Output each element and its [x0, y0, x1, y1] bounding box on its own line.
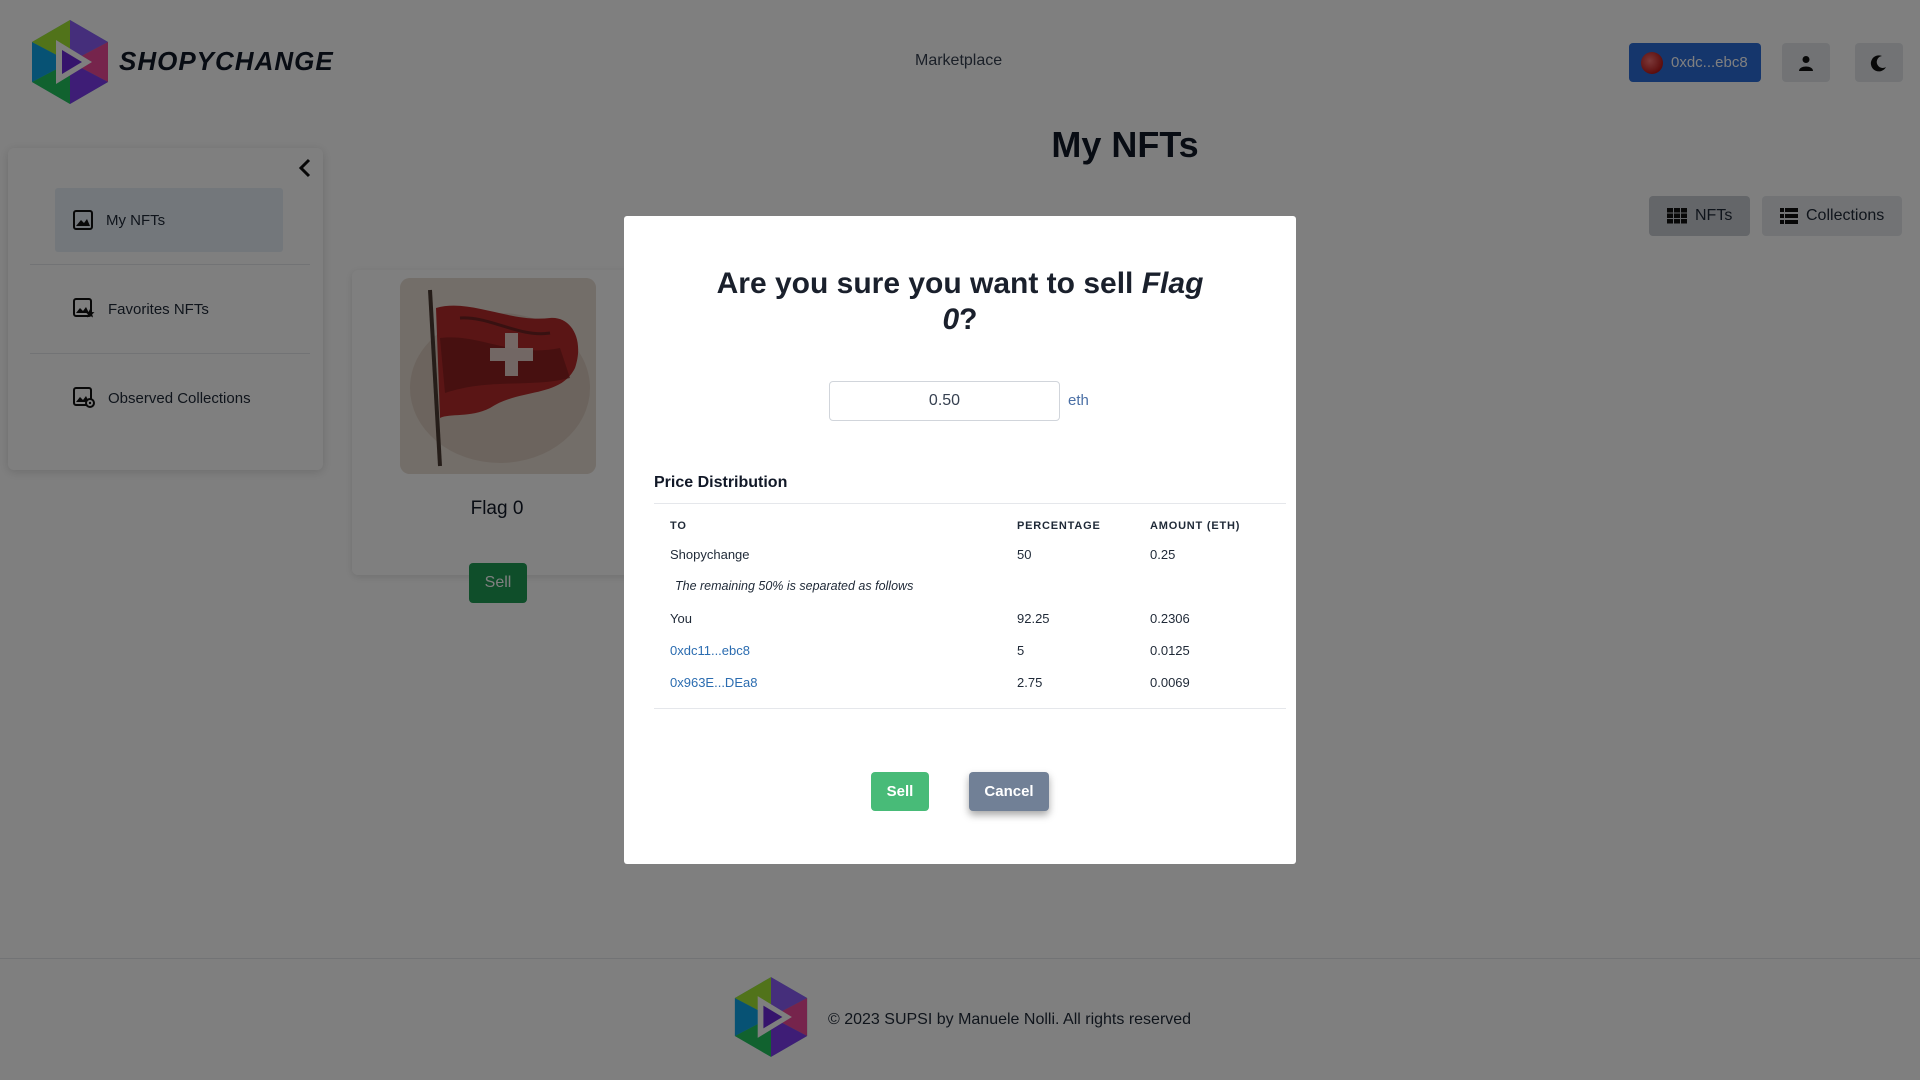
- confirm-sell-button[interactable]: Sell: [871, 772, 929, 811]
- row-percentage: 92.25: [1017, 611, 1050, 626]
- row-percentage: 2.75: [1017, 675, 1043, 690]
- price-input[interactable]: [829, 381, 1060, 421]
- row-percentage: 5: [1017, 643, 1025, 658]
- column-header-to: TO: [670, 520, 687, 532]
- row-amount: 0.25: [1150, 547, 1176, 562]
- distribution-note: The remaining 50% is separated as follow…: [675, 579, 914, 593]
- column-header-amount: AMOUNT (ETH): [1150, 520, 1241, 532]
- modal-title-prefix: Are you sure you want to sell: [716, 267, 1142, 300]
- row-recipient: Shopychange: [670, 547, 750, 562]
- column-header-percentage: PERCENTAGE: [1017, 520, 1101, 532]
- row-amount: 0.0069: [1150, 675, 1190, 690]
- row-amount: 0.0125: [1150, 643, 1190, 658]
- row-recipient-link[interactable]: 0x963E...DEa8: [670, 675, 757, 690]
- price-distribution-title: Price Distribution: [654, 474, 788, 491]
- price-unit: eth: [1068, 392, 1089, 409]
- modal-title: Are you sure you want to sell Flag 0?: [704, 266, 1216, 338]
- row-amount: 0.2306: [1150, 611, 1190, 626]
- row-recipient-link[interactable]: 0xdc11...ebc8: [670, 643, 750, 658]
- table-divider: [654, 708, 1286, 709]
- row-percentage: 50: [1017, 547, 1032, 562]
- cancel-button[interactable]: Cancel: [969, 772, 1049, 811]
- row-recipient: You: [670, 611, 692, 626]
- sell-confirm-modal: Are you sure you want to sell Flag 0? et…: [624, 216, 1296, 864]
- modal-title-suffix: ?: [959, 303, 978, 336]
- table-divider: [654, 503, 1286, 504]
